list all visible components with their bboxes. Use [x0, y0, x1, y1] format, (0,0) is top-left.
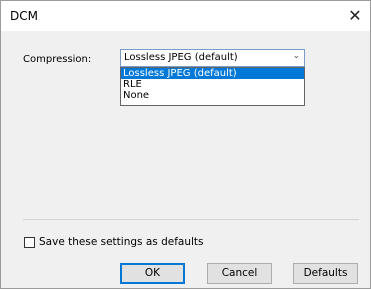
- option-lossless-jpeg[interactable]: Lossless JPEG (default): [121, 68, 304, 79]
- save-defaults-label[interactable]: Save these settings as defaults: [39, 236, 203, 248]
- separator: [23, 219, 359, 220]
- option-none[interactable]: None: [121, 90, 304, 101]
- save-defaults-checkbox[interactable]: [24, 237, 35, 248]
- window-title: DCM: [10, 9, 38, 23]
- chevron-down-icon: ⌄: [292, 51, 300, 61]
- compression-options-list: Lossless JPEG (default) RLE None: [120, 67, 305, 106]
- compression-label: Compression:: [23, 54, 92, 65]
- ok-button[interactable]: OK: [120, 263, 185, 284]
- close-icon[interactable]: ✕: [340, 1, 370, 31]
- compression-dropdown[interactable]: Lossless JPEG (default) ⌄: [120, 49, 305, 67]
- option-rle[interactable]: RLE: [121, 79, 304, 90]
- defaults-button[interactable]: Defaults: [293, 263, 358, 284]
- compression-selected-value: Lossless JPEG (default): [124, 52, 238, 63]
- dcm-dialog: DCM ✕ Compression: Lossless JPEG (defaul…: [0, 0, 371, 289]
- title-bar: DCM ✕: [1, 1, 370, 31]
- cancel-button[interactable]: Cancel: [207, 263, 272, 284]
